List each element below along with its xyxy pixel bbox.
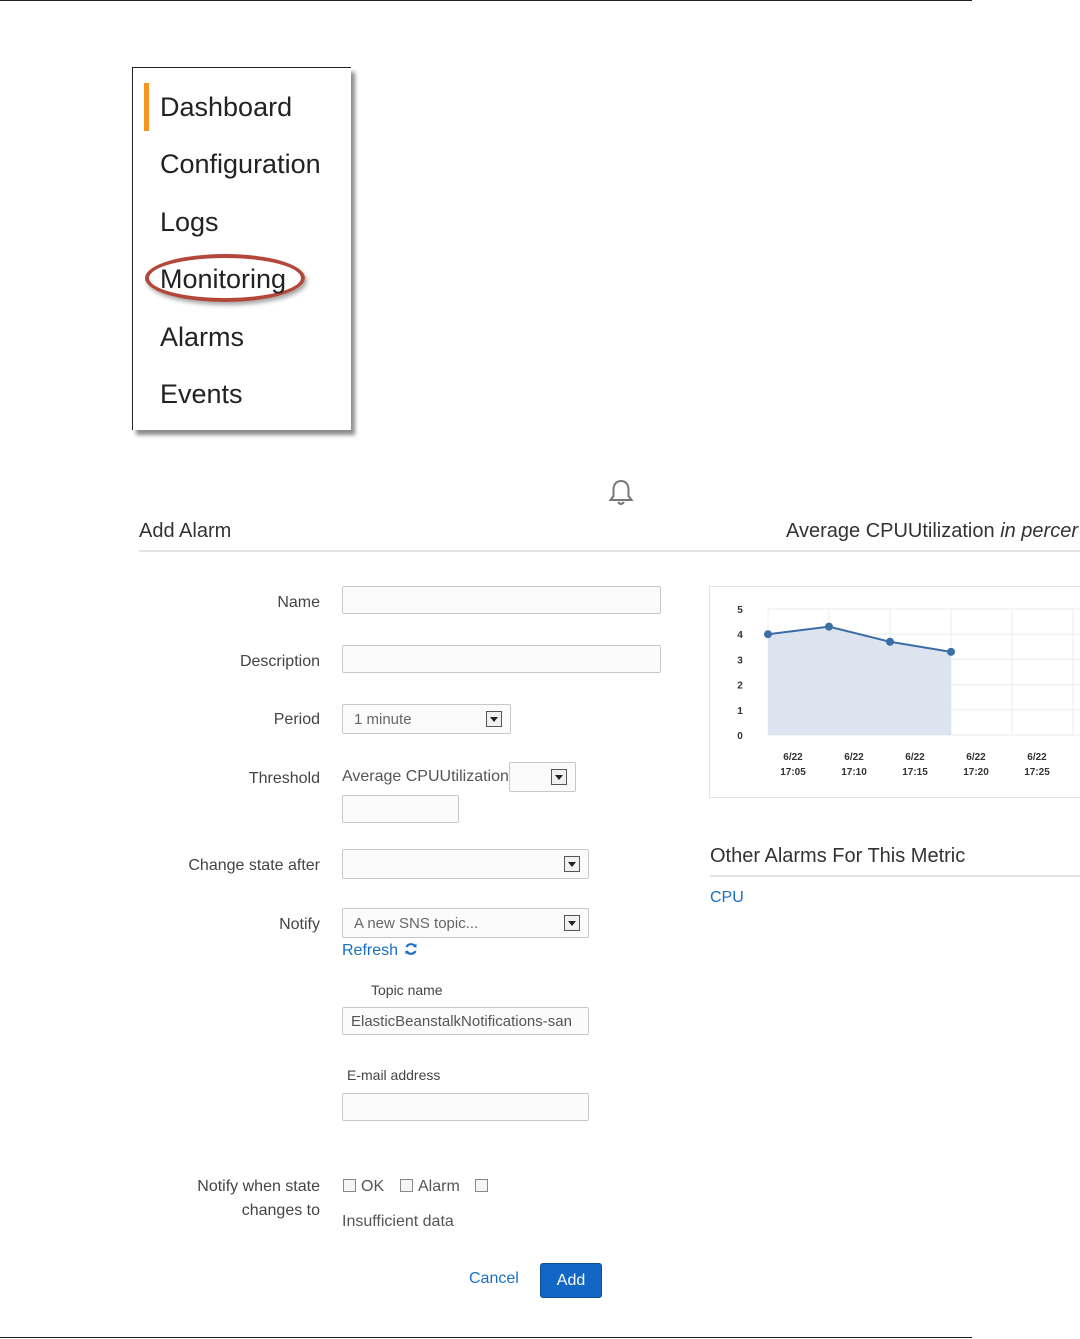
data-point <box>764 630 772 639</box>
email-label: E-mail address <box>347 1067 441 1083</box>
threshold-operator-select[interactable] <box>509 762 576 792</box>
email-input[interactable] <box>342 1093 589 1121</box>
threshold-label: Threshold <box>248 770 320 787</box>
notify-when-label-line2: changes to <box>241 1202 320 1219</box>
chart-title: Average CPUUtilization in percer <box>786 520 1078 543</box>
notify-when-label-line1: Notify when state <box>197 1178 320 1195</box>
alarm-label: Alarm <box>418 1178 460 1195</box>
x-tick-label-time: 17:25 <box>1024 767 1050 778</box>
chevron-down-icon <box>551 769 567 785</box>
x-tick-label-time: 17:15 <box>902 767 928 778</box>
insufficient-data-checkbox[interactable] <box>475 1179 488 1192</box>
x-tick-label-date: 6/22 <box>905 752 925 763</box>
cpu-chart-panel: 0 1 2 3 4 5 6/22 17:05 6/22 17:10 6/22 17:15 6/22 17:… <box>709 586 1080 798</box>
notify-label: Notify <box>279 916 320 933</box>
nav-item-configuration[interactable]: Configuration <box>160 149 321 180</box>
form-title: Add Alarm <box>139 520 232 542</box>
threshold-value-input[interactable] <box>342 795 459 823</box>
change-state-select[interactable] <box>342 849 589 879</box>
active-indicator <box>144 83 149 131</box>
nav-item-dashboard[interactable]: Dashboard <box>160 92 292 123</box>
description-input[interactable] <box>342 645 661 673</box>
ok-checkbox[interactable] <box>343 1179 356 1192</box>
x-tick-label-date: 6/22 <box>1027 752 1047 763</box>
chart-title-italic: in percer <box>1000 520 1078 542</box>
chevron-down-icon <box>564 915 580 931</box>
x-tick-label-time: 17:10 <box>841 767 867 778</box>
notify-value: A new SNS topic... <box>354 915 479 932</box>
threshold-metric: Average CPUUtilization <box>342 768 509 785</box>
refresh-icon <box>405 943 417 955</box>
bell-icon[interactable] <box>606 478 636 508</box>
x-tick-label-date: 6/22 <box>783 752 803 763</box>
other-alarm-link-cpu[interactable]: CPU <box>710 889 744 907</box>
alarm-checkbox[interactable] <box>400 1179 413 1192</box>
x-tick-label-date: 6/22 <box>844 752 864 763</box>
period-value: 1 minute <box>354 711 412 728</box>
x-tick-label-date: 6/22 <box>966 752 986 763</box>
header-divider <box>139 550 1080 552</box>
notify-select[interactable]: A new SNS topic... <box>342 908 589 938</box>
nav-item-logs[interactable]: Logs <box>160 207 219 238</box>
name-label: Name <box>277 594 320 611</box>
refresh-label: Refresh <box>342 942 399 959</box>
topic-name-input[interactable] <box>342 1007 589 1035</box>
nav-panel: Dashboard Configuration Logs Monitoring … <box>132 67 351 430</box>
refresh-link[interactable]: Refresh <box>342 942 418 960</box>
nav-item-events[interactable]: Events <box>160 379 243 410</box>
x-tick-label-time: 17:05 <box>780 767 806 778</box>
ok-label: OK <box>361 1178 385 1195</box>
cpu-chart: 0 1 2 3 4 5 6/22 17:05 6/22 17:10 6/22 17:15 6/22 17:… <box>737 605 1080 778</box>
data-point <box>825 622 833 631</box>
data-point <box>886 637 894 646</box>
y-tick-label: 3 <box>737 655 743 666</box>
topic-name-label: Topic name <box>371 982 443 998</box>
other-alarms-title: Other Alarms For This Metric <box>710 845 966 867</box>
name-input[interactable] <box>342 586 661 614</box>
period-label: Period <box>273 711 320 728</box>
data-point <box>947 647 955 656</box>
top-rule <box>0 0 972 1</box>
insufficient-data-label: Insufficient data <box>342 1213 454 1230</box>
description-label: Description <box>239 653 320 670</box>
nav-item-alarms[interactable]: Alarms <box>160 322 244 353</box>
chevron-down-icon <box>564 856 580 872</box>
bottom-rule <box>0 1337 972 1338</box>
y-tick-label: 4 <box>737 630 743 641</box>
other-alarms-divider <box>710 875 1080 877</box>
change-state-label: Change state after <box>188 857 320 874</box>
chevron-down-icon <box>486 711 502 727</box>
chart-title-main: Average CPUUtilization <box>786 520 995 542</box>
x-tick-label-time: 17:20 <box>963 767 989 778</box>
y-tick-label: 1 <box>737 706 743 717</box>
cancel-button[interactable]: Cancel <box>469 1270 519 1288</box>
y-tick-label: 0 <box>737 731 743 742</box>
period-select[interactable]: 1 minute <box>342 704 511 734</box>
y-tick-label: 5 <box>737 605 743 616</box>
add-button[interactable]: Add <box>540 1263 602 1298</box>
nav-item-monitoring[interactable]: Monitoring <box>160 264 286 295</box>
series-area <box>768 626 951 735</box>
y-tick-label: 2 <box>737 681 743 692</box>
